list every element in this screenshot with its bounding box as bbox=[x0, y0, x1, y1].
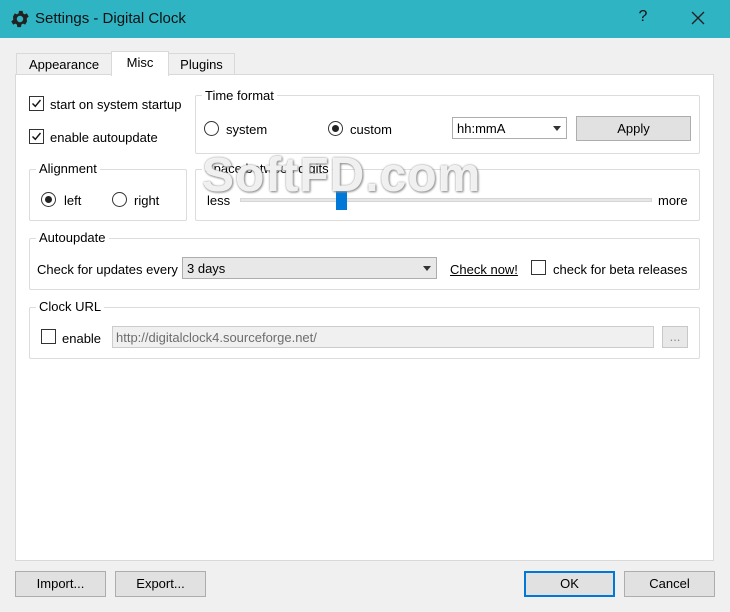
alignment-right-radio[interactable] bbox=[112, 192, 127, 207]
alignment-title: Alignment bbox=[36, 162, 100, 176]
alignment-right-label: right bbox=[134, 193, 160, 208]
beta-releases-checkbox[interactable] bbox=[531, 260, 546, 275]
watermark-text: SoftFD.com bbox=[202, 149, 482, 202]
import-button[interactable]: Import... bbox=[15, 571, 106, 597]
time-format-combo[interactable]: hh:mmA bbox=[452, 117, 567, 139]
title-bar: Settings - Digital Clock ? bbox=[0, 0, 730, 38]
close-icon[interactable] bbox=[688, 8, 708, 28]
spacing-more-label: more bbox=[658, 193, 688, 208]
beta-releases-label: check for beta releases bbox=[553, 262, 688, 277]
update-interval-combo[interactable]: 3 days bbox=[182, 257, 437, 279]
tab-plugins[interactable]: Plugins bbox=[168, 53, 235, 75]
clock-url-title: Clock URL bbox=[36, 300, 105, 314]
clock-url-value: http://digitalclock4.sourceforge.net/ bbox=[116, 330, 317, 345]
start-on-startup-label: start on system startup bbox=[50, 97, 182, 112]
update-interval-label: Check for updates every bbox=[37, 262, 178, 277]
update-interval-value: 3 days bbox=[187, 261, 226, 276]
time-format-custom-radio[interactable] bbox=[328, 121, 343, 136]
tab-misc[interactable]: Misc bbox=[111, 51, 169, 76]
alignment-left-radio[interactable] bbox=[41, 192, 56, 207]
tab-appearance[interactable]: Appearance bbox=[16, 53, 112, 75]
clock-url-input[interactable]: http://digitalclock4.sourceforge.net/ bbox=[112, 326, 654, 348]
alignment-left-label: left bbox=[64, 193, 82, 208]
time-format-title: Time format bbox=[202, 89, 277, 103]
window-title: Settings - Digital Clock bbox=[35, 10, 186, 27]
help-button[interactable]: ? bbox=[636, 8, 650, 26]
time-format-custom-label: custom bbox=[350, 122, 392, 137]
ok-button[interactable]: OK bbox=[524, 571, 615, 597]
start-on-startup-checkbox[interactable] bbox=[29, 96, 44, 111]
chevron-down-icon bbox=[423, 266, 431, 271]
clock-url-enable-checkbox[interactable] bbox=[41, 329, 56, 344]
tab-panel-misc: start on system startup enable autoupdat… bbox=[15, 74, 714, 561]
clock-url-browse-button[interactable]: ... bbox=[662, 326, 688, 348]
enable-autoupdate-checkbox[interactable] bbox=[29, 129, 44, 144]
apply-button[interactable]: Apply bbox=[576, 116, 691, 141]
check-now-link[interactable]: Check now! bbox=[450, 262, 518, 277]
chevron-down-icon bbox=[553, 126, 561, 131]
time-format-system-radio[interactable] bbox=[204, 121, 219, 136]
enable-autoupdate-label: enable autoupdate bbox=[50, 130, 158, 145]
cancel-button[interactable]: Cancel bbox=[624, 571, 715, 597]
time-format-value: hh:mmA bbox=[457, 121, 506, 136]
autoupdate-title: Autoupdate bbox=[36, 231, 109, 245]
clock-url-enable-label: enable bbox=[62, 331, 102, 346]
gear-icon bbox=[11, 10, 29, 28]
export-button[interactable]: Export... bbox=[115, 571, 206, 597]
time-format-system-label: system bbox=[226, 122, 268, 137]
